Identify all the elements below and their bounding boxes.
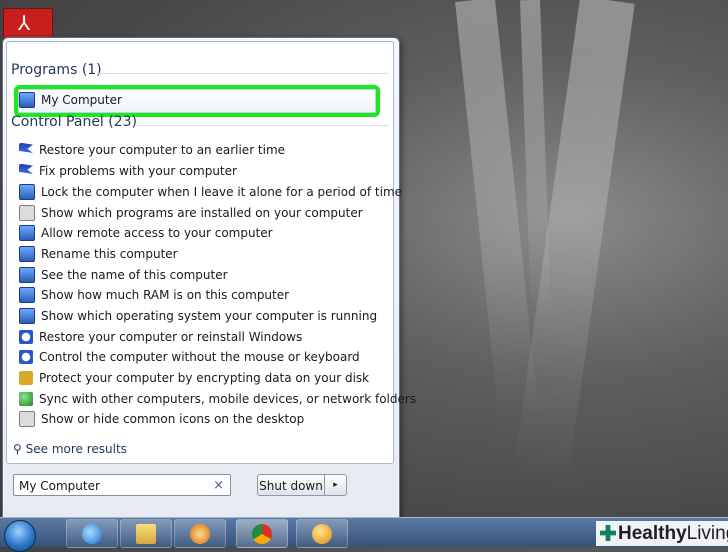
media-player-icon [190, 524, 210, 544]
result-rename-computer[interactable]: Rename this computer [19, 244, 374, 264]
plus-logo-icon [600, 525, 616, 541]
result-label: Protect your computer by encrypting data… [39, 371, 370, 385]
result-label: Show which operating system your compute… [41, 309, 378, 323]
result-fix-problems[interactable]: Fix problems with your computer [19, 161, 374, 181]
result-reinstall-windows[interactable]: Restore your computer or reinstall Windo… [19, 327, 374, 347]
shutdown-options-arrow-icon[interactable]: ▸ [325, 474, 347, 496]
result-label: Show or hide common icons on the desktop [41, 412, 305, 426]
taskbar-app[interactable] [296, 519, 348, 548]
result-label: Restore your computer or reinstall Windo… [39, 330, 303, 344]
search-input-value: My Computer [19, 479, 100, 493]
section-divider [97, 73, 389, 74]
app-icon [312, 524, 332, 544]
monitor-icon [19, 183, 35, 200]
acrobat-desktop-icon[interactable]: ⅄ [3, 8, 53, 40]
result-lock-computer[interactable]: Lock the computer when I leave it alone … [19, 182, 402, 202]
taskbar-internet-explorer[interactable] [66, 519, 118, 548]
result-sync[interactable]: Sync with other computers, mobile device… [19, 389, 416, 409]
taskbar-explorer[interactable] [120, 519, 172, 548]
monitor-icon [19, 266, 35, 283]
result-restore-earlier[interactable]: Restore your computer to an earlier time [19, 140, 374, 160]
internet-explorer-icon [82, 524, 102, 544]
taskbar-chrome[interactable] [236, 519, 288, 548]
taskbar-media-player[interactable] [174, 519, 226, 548]
sync-icon [19, 391, 33, 406]
result-label: Lock the computer when I leave it alone … [41, 185, 403, 199]
chrome-icon [252, 524, 272, 544]
ease-of-access-icon [19, 349, 33, 364]
result-label: Show which programs are installed on you… [41, 206, 363, 220]
result-remote-access[interactable]: Allow remote access to your computer [19, 223, 374, 243]
programs-header: Programs (1) [11, 62, 102, 78]
result-computer-name[interactable]: See the name of this computer [19, 265, 374, 285]
result-ease-of-access[interactable]: Control the computer without the mouse o… [19, 347, 374, 367]
result-installed-programs[interactable]: Show which programs are installed on you… [19, 203, 374, 223]
key-icon [19, 370, 33, 385]
result-my-computer[interactable]: My Computer [18, 89, 376, 113]
result-desktop-icons[interactable]: Show or hide common icons on the desktop [19, 409, 374, 429]
recovery-icon [19, 329, 33, 344]
search-icon: ⚲ [13, 442, 22, 456]
folder-icon [136, 524, 156, 544]
search-input[interactable]: My Computer × [13, 474, 231, 496]
computer-icon [19, 91, 35, 108]
result-label: Control the computer without the mouse o… [39, 350, 360, 364]
flag-icon [19, 163, 33, 174]
display-icon [19, 410, 35, 427]
result-label: Rename this computer [41, 247, 178, 261]
result-operating-system[interactable]: Show which operating system your compute… [19, 306, 378, 326]
start-menu: Programs (1) My Computer Control Panel (… [2, 37, 416, 519]
result-label: Restore your computer to an earlier time [39, 143, 286, 157]
wallpaper-streak [520, 0, 552, 321]
monitor-icon [19, 224, 35, 241]
programs-icon [19, 204, 35, 221]
control-panel-header: Control Panel (23) [11, 114, 138, 130]
result-label: See the name of this computer [41, 268, 228, 282]
result-ram[interactable]: Show how much RAM is on this computer [19, 285, 374, 305]
flag-icon [19, 142, 33, 153]
monitor-icon [19, 286, 35, 303]
monitor-icon [19, 307, 35, 324]
shutdown-button[interactable]: Shut down [257, 474, 325, 496]
result-label: Fix problems with your computer [39, 164, 237, 178]
result-label: Sync with other computers, mobile device… [39, 392, 417, 406]
see-more-label: See more results [25, 442, 127, 456]
result-encrypt-disk[interactable]: Protect your computer by encrypting data… [19, 368, 374, 388]
search-results-pane: Programs (1) My Computer Control Panel (… [6, 41, 416, 464]
monitor-icon [19, 245, 35, 262]
watermark-light-text: Living [686, 523, 728, 544]
start-orb-icon[interactable] [4, 520, 36, 552]
healthy-living-watermark: HealthyLiving [596, 521, 728, 546]
watermark-bold-text: Healthy [618, 523, 687, 544]
clear-search-icon[interactable]: × [213, 475, 224, 497]
result-label: Allow remote access to your computer [41, 226, 273, 240]
section-divider [137, 125, 389, 126]
result-label: My Computer [41, 93, 122, 107]
result-label: Show how much RAM is on this computer [41, 288, 290, 302]
see-more-results-link[interactable]: ⚲ See more results [13, 442, 127, 456]
